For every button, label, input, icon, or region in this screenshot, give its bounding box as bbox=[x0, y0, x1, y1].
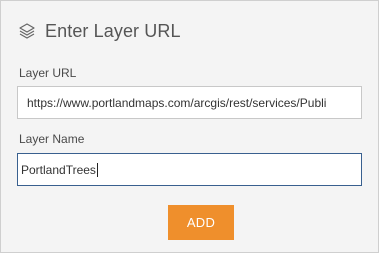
panel-header: Enter Layer URL bbox=[18, 20, 181, 42]
layers-icon bbox=[18, 22, 36, 40]
layer-url-input[interactable] bbox=[17, 86, 362, 119]
panel-title: Enter Layer URL bbox=[45, 20, 181, 41]
text-caret bbox=[96, 162, 98, 177]
layer-name-value: PortlandTrees bbox=[21, 162, 96, 177]
add-button[interactable]: ADD bbox=[168, 205, 234, 240]
layer-url-label: Layer URL bbox=[19, 66, 77, 80]
layer-name-label: Layer Name bbox=[19, 132, 85, 146]
add-layer-panel: Enter Layer URL Layer URL Layer Name Por… bbox=[0, 0, 379, 253]
layer-name-input[interactable]: PortlandTrees bbox=[17, 153, 362, 186]
